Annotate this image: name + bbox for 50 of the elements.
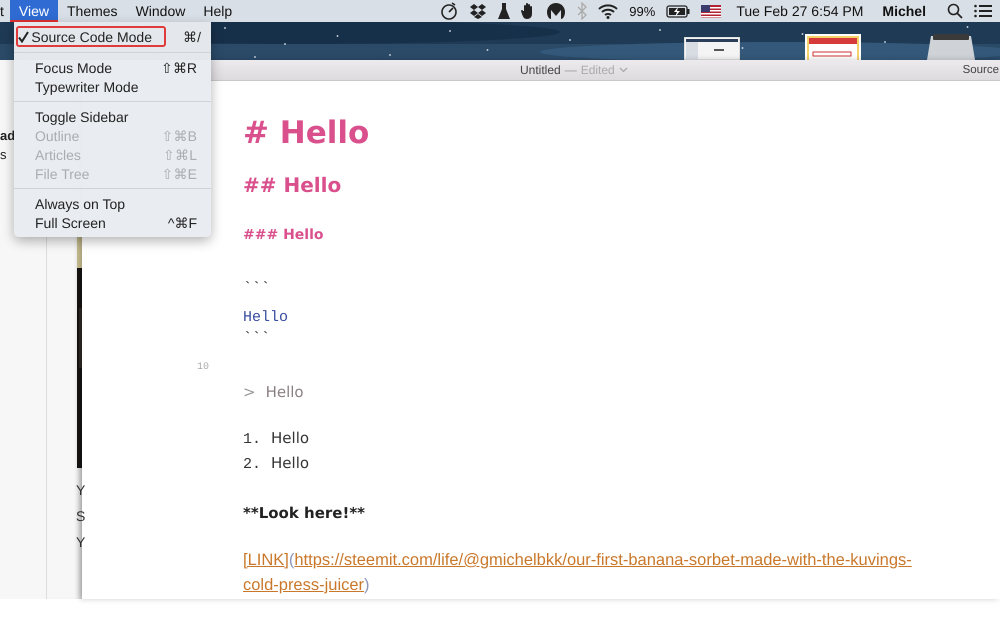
link-markdown: [LINK](https://steemit.com/life/@gmichelbkk/our-first-banana-sorbet-made-with-the-kuvings-cold-press-juicer) [243,550,913,596]
code-fence: ``` [243,279,270,299]
flag-icon[interactable] [701,4,722,18]
list-number: 2. [243,455,262,475]
bold-text: **Look here!** [243,503,366,524]
list-text: Hello [271,454,310,472]
code-fence: ``` [243,329,270,349]
heading-text: ## Hello [243,172,342,199]
heading-text: ### Hello [243,226,324,245]
hard-drive-icon[interactable] [927,32,975,60]
shortcut-text: ⇧⌘B [162,128,197,144]
flask-icon[interactable] [498,2,510,20]
code-text: Hello [243,308,288,328]
menu-option[interactable]: Focus Mode ⇧⌘R [14,58,211,77]
line-number: 10 [197,361,210,375]
menu-item[interactable]: Window [126,0,194,22]
menu-item[interactable]: Themes [58,0,127,22]
webpage-thumbnail-icon[interactable] [805,34,861,60]
user-name[interactable]: Michel [882,3,926,19]
m-logo-icon[interactable] [546,2,566,20]
source-button[interactable]: Source [962,64,999,76]
menu-option[interactable]: Typewriter Mode [14,77,211,96]
shortcut-text: ⌘/ [183,28,201,44]
heading-text: # Hello [243,114,370,153]
menu-option[interactable]: Toggle Sidebar [14,107,211,126]
list-text: Hello [271,429,310,447]
date-time[interactable]: Tue Feb 27 6:54 PM [736,3,864,19]
menu-item[interactable]: Help [194,0,242,22]
menu-option[interactable]: Always on Top [14,194,211,213]
search-icon[interactable] [947,3,963,19]
quote-marker: > [243,382,256,403]
menu-item[interactable]: t [0,0,10,22]
shortcut-text: ⇧⌘R [160,60,197,76]
dropbox-icon[interactable] [469,3,488,19]
window-title: Untitled [520,63,561,77]
battery-charging-icon[interactable] [666,4,690,18]
stopwatch-icon[interactable] [440,2,458,20]
title-separator: — [564,63,577,77]
battery-percentage: 99% [629,4,656,18]
sidebar-text: s [0,147,6,163]
wifi-icon[interactable] [598,3,618,19]
menu-option[interactable]: Full Screen ^⌘F [14,213,211,232]
shortcut-text: ⇧⌘L [163,146,197,162]
menu-item[interactable]: View [10,0,58,22]
list-number: 1. [243,430,262,450]
document-thumbnail-icon[interactable] [684,37,740,60]
list-icon[interactable] [974,4,992,18]
shortcut-text: ⇧⌘E [162,166,197,182]
shortcut-text: ^⌘F [168,214,197,230]
quote-text: Hello [266,383,304,401]
